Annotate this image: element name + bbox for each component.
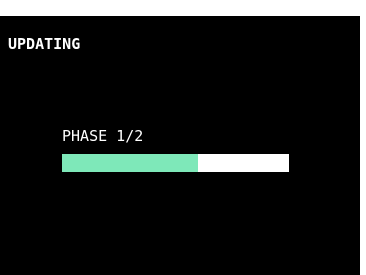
progress-bar (62, 154, 289, 172)
top-margin (0, 0, 366, 16)
progress-fill (62, 154, 199, 172)
phase-label: PHASE 1/2 (62, 127, 144, 145)
status-title: UPDATING (8, 35, 81, 53)
update-screen: UPDATING PHASE 1/2 (0, 16, 360, 275)
